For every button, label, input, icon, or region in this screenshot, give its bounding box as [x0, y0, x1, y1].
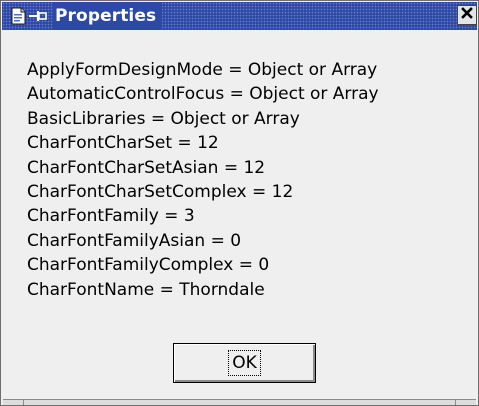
frame-divider [455, 400, 456, 405]
property-item: CharFontFamily = 3 [27, 206, 195, 227]
property-item: CharFontCharSetAsian = 12 [27, 157, 266, 178]
property-item: BasicLibraries = Object or Array [27, 108, 300, 129]
properties-dialog: Properties ApplyFormDesignMode = Object … [0, 0, 479, 406]
close-button[interactable] [457, 5, 477, 25]
property-list: ApplyFormDesignMode = Object or Array Au… [27, 58, 379, 302]
property-item: CharFontName = Thorndale [27, 279, 265, 300]
property-item: ApplyFormDesignMode = Object or Array [27, 60, 378, 80]
document-icon[interactable] [11, 7, 26, 25]
property-item: CharFontFamilyAsian = 0 [27, 230, 242, 251]
pin-icon[interactable] [29, 9, 47, 23]
title-bar[interactable]: Properties [2, 2, 477, 30]
ok-button-label: OK [228, 350, 261, 376]
property-item: AutomaticControlFocus = Object or Array [27, 84, 379, 105]
window-title: Properties [53, 2, 163, 30]
frame-divider [23, 400, 24, 405]
bottom-frame [3, 399, 476, 405]
property-item: CharFontCharSet = 12 [27, 133, 219, 154]
close-icon [461, 6, 473, 24]
property-item: CharFontFamilyComplex = 0 [27, 255, 270, 276]
ok-button[interactable]: OK [173, 343, 316, 383]
title-icons [11, 2, 47, 30]
dialog-content: ApplyFormDesignMode = Object or Array Au… [3, 31, 476, 403]
property-item: CharFontCharSetComplex = 12 [27, 181, 294, 202]
